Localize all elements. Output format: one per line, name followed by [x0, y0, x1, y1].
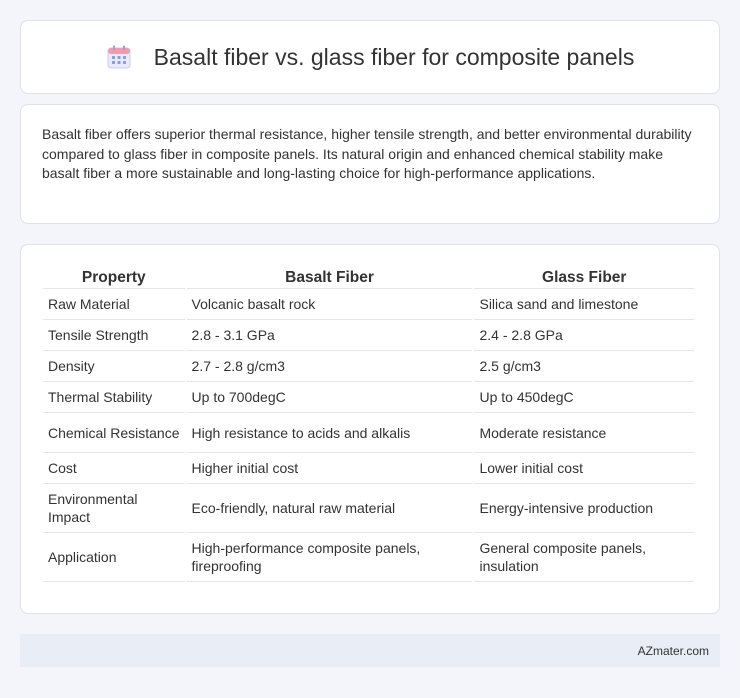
table-cell: Density [43, 351, 185, 382]
table-cell: Application [43, 533, 185, 582]
table-row: Cost Higher initial cost Lower initial c… [43, 453, 694, 484]
table-row: Density 2.7 - 2.8 g/cm3 2.5 g/cm3 [43, 351, 694, 382]
calendar-icon [106, 44, 132, 70]
column-header: Basalt Fiber [186, 265, 473, 289]
table-cell: Volcanic basalt rock [186, 289, 473, 320]
column-header: Property [43, 265, 185, 289]
table-cell: Silica sand and limestone [474, 289, 694, 320]
table-cell: Eco-friendly, natural raw material [186, 484, 473, 533]
summary-card: Basalt fiber offers superior thermal res… [20, 104, 720, 224]
footer-bar: AZmater.com [20, 634, 720, 667]
table-cell: Lower initial cost [474, 453, 694, 484]
footer-brand: AZmater.com [637, 643, 709, 658]
table-row: Environmental Impact Eco-friendly, natur… [43, 484, 694, 533]
table-row: Chemical Resistance High resistance to a… [43, 413, 694, 453]
table-cell: Thermal Stability [43, 382, 185, 413]
table-row: Thermal Stability Up to 700degC Up to 45… [43, 382, 694, 413]
table-row: Tensile Strength 2.8 - 3.1 GPa 2.4 - 2.8… [43, 320, 694, 351]
table-header-row: Property Basalt Fiber Glass Fiber [43, 265, 694, 289]
table-cell: Up to 450degC [474, 382, 694, 413]
table-cell: High-performance composite panels, firep… [186, 533, 473, 582]
table-cell: Moderate resistance [474, 413, 694, 453]
table-cell: Raw Material [43, 289, 185, 320]
table-cell: Environmental Impact [43, 484, 185, 533]
table-cell: Up to 700degC [186, 382, 473, 413]
table-cell: Tensile Strength [43, 320, 185, 351]
page-title: Basalt fiber vs. glass fiber for composi… [153, 43, 635, 70]
title-card: Basalt fiber vs. glass fiber for composi… [20, 20, 720, 94]
table-cell: Cost [43, 453, 185, 484]
table-cell: 2.4 - 2.8 GPa [474, 320, 694, 351]
table-cell: High resistance to acids and alkalis [186, 413, 473, 453]
table-cell: Energy-intensive production [474, 484, 694, 533]
comparison-table: Property Basalt Fiber Glass Fiber Raw Ma… [41, 265, 696, 582]
column-header: Glass Fiber [474, 265, 694, 289]
comparison-table-card: Property Basalt Fiber Glass Fiber Raw Ma… [20, 244, 720, 614]
summary-text: Basalt fiber offers superior thermal res… [42, 126, 692, 181]
table-cell: Chemical Resistance [43, 413, 185, 453]
table-row: Raw Material Volcanic basalt rock Silica… [43, 289, 694, 320]
table-cell: Higher initial cost [186, 453, 473, 484]
table-cell: General composite panels, insulation [474, 533, 694, 582]
table-row: Application High-performance composite p… [43, 533, 694, 582]
table-cell: 2.5 g/cm3 [474, 351, 694, 382]
table-cell: 2.7 - 2.8 g/cm3 [186, 351, 473, 382]
table-cell: 2.8 - 3.1 GPa [186, 320, 473, 351]
